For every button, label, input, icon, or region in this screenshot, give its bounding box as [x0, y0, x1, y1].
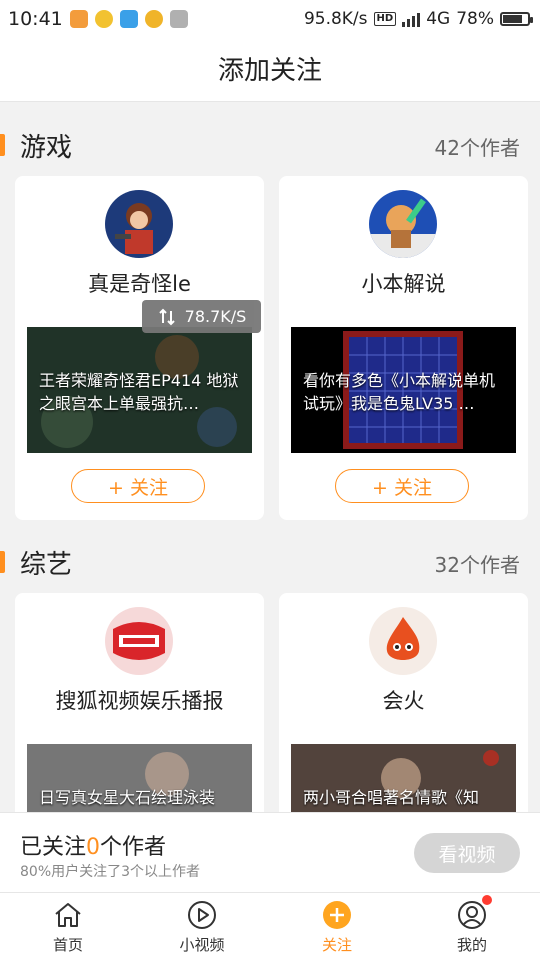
tab-label: 小视频 [179, 936, 225, 954]
video-title: 看你有多色《小本解说单机试玩》我是色鬼LV35 … [303, 371, 496, 413]
tab-label: 首页 [52, 936, 83, 954]
status-bar: 10:41 95.8K/s HD 4G 78% [0, 0, 540, 38]
avatar[interactable] [105, 607, 173, 675]
video-title: 王者荣耀奇怪君EP414 地狱之眼宫本上单最强抗… [39, 371, 239, 413]
section-title: 游戏 [20, 133, 73, 163]
notification-icon [94, 10, 113, 28]
speed-value: 78.7K/S [184, 307, 247, 326]
section-title: 综艺 [20, 550, 73, 580]
video-thumbnail[interactable]: 王者荣耀奇怪君EP414 地狱之眼宫本上单最强抗… [27, 327, 252, 453]
follow-button[interactable]: + 关注 [335, 469, 469, 503]
video-title: 两小哥合唱著名情歌《知 [303, 788, 480, 807]
video-thumbnail[interactable]: 看你有多色《小本解说单机试玩》我是色鬼LV35 … [291, 327, 516, 453]
download-icon [169, 10, 188, 28]
tab-following[interactable]: 关注 [287, 899, 387, 955]
page-title: 添加关注 [217, 56, 322, 86]
avatar[interactable] [105, 190, 173, 258]
add-follow-icon [321, 899, 353, 931]
clock: 10:41 [8, 8, 63, 30]
notification-icon [119, 10, 138, 28]
author-card[interactable]: 小本解说 看你有多色《小本解说单机试玩》我是色鬼LV35 … + 关注 [279, 176, 528, 520]
tab-short-video[interactable]: 小视频 [152, 899, 252, 955]
avatar[interactable] [369, 607, 437, 675]
section-accent-bar [0, 134, 5, 156]
hd-icon: HD [373, 12, 397, 26]
notification-badge [482, 895, 492, 905]
battery-percent: 78% [456, 9, 494, 29]
section-author-count: 42个作者 [434, 136, 520, 160]
tab-label: 关注 [321, 936, 352, 954]
author-name: 搜狐视频娱乐播报 [55, 689, 224, 713]
profile-icon [456, 895, 492, 931]
follow-count-prefix: 已关注 [20, 835, 87, 860]
bottom-tab-bar: 首页 小视频 关注 我的 [0, 892, 540, 960]
tab-label: 我的 [456, 936, 487, 954]
section-header-games: 游戏 42个作者 [0, 122, 540, 170]
follow-label: + 关注 [108, 476, 168, 499]
follow-count-suffix: 个作者 [100, 835, 167, 860]
header: 添加关注 [0, 38, 540, 102]
network-speed-overlay: 78.7K/S [142, 300, 261, 333]
battery-icon [500, 12, 533, 26]
tab-home[interactable]: 首页 [18, 899, 118, 955]
author-card[interactable]: 真是奇怪le 王者荣耀奇怪君EP414 地狱之眼宫本上单最强抗… + 关注 [15, 176, 264, 520]
video-thumbnail[interactable]: 日写真女星大石绘理泳装 [27, 744, 252, 812]
video-title: 日写真女星大石绘理泳装 [39, 788, 216, 807]
author-card[interactable]: 搜狐视频娱乐播报 日写真女星大石绘理泳装 [15, 593, 264, 812]
follow-count-value: 0 [86, 835, 101, 860]
follow-label: + 关注 [372, 476, 432, 499]
signal-icon [402, 11, 421, 27]
author-name: 会火 [382, 689, 425, 713]
net-speed: 95.8K/s [303, 9, 368, 29]
section-author-count: 32个作者 [434, 553, 520, 577]
watch-video-button[interactable]: 看视频 [414, 833, 520, 873]
section-accent-bar [0, 551, 5, 573]
tab-profile[interactable]: 我的 [422, 895, 522, 955]
video-thumbnail[interactable]: 两小哥合唱著名情歌《知 [291, 744, 516, 812]
notification-icon [69, 10, 88, 28]
follow-button[interactable]: + 关注 [71, 469, 205, 503]
follow-count-text: 已关注0个作者 [20, 829, 166, 861]
avatar[interactable] [369, 190, 437, 258]
author-card[interactable]: 会火 两小哥合唱著名情歌《知 [279, 593, 528, 812]
notification-icon [144, 10, 163, 28]
author-name: 真是奇怪le [88, 272, 191, 296]
section-header-variety: 综艺 32个作者 [0, 539, 540, 587]
play-icon [186, 899, 218, 931]
follow-summary-bar: 已关注0个作者 80%用户关注了3个以上作者 看视频 [0, 812, 540, 892]
author-name: 小本解说 [361, 272, 446, 296]
follow-hint: 80%用户关注了3个以上作者 [20, 864, 201, 880]
home-icon [52, 899, 84, 931]
network-type: 4G [426, 9, 451, 29]
transfer-icon [158, 308, 175, 325]
